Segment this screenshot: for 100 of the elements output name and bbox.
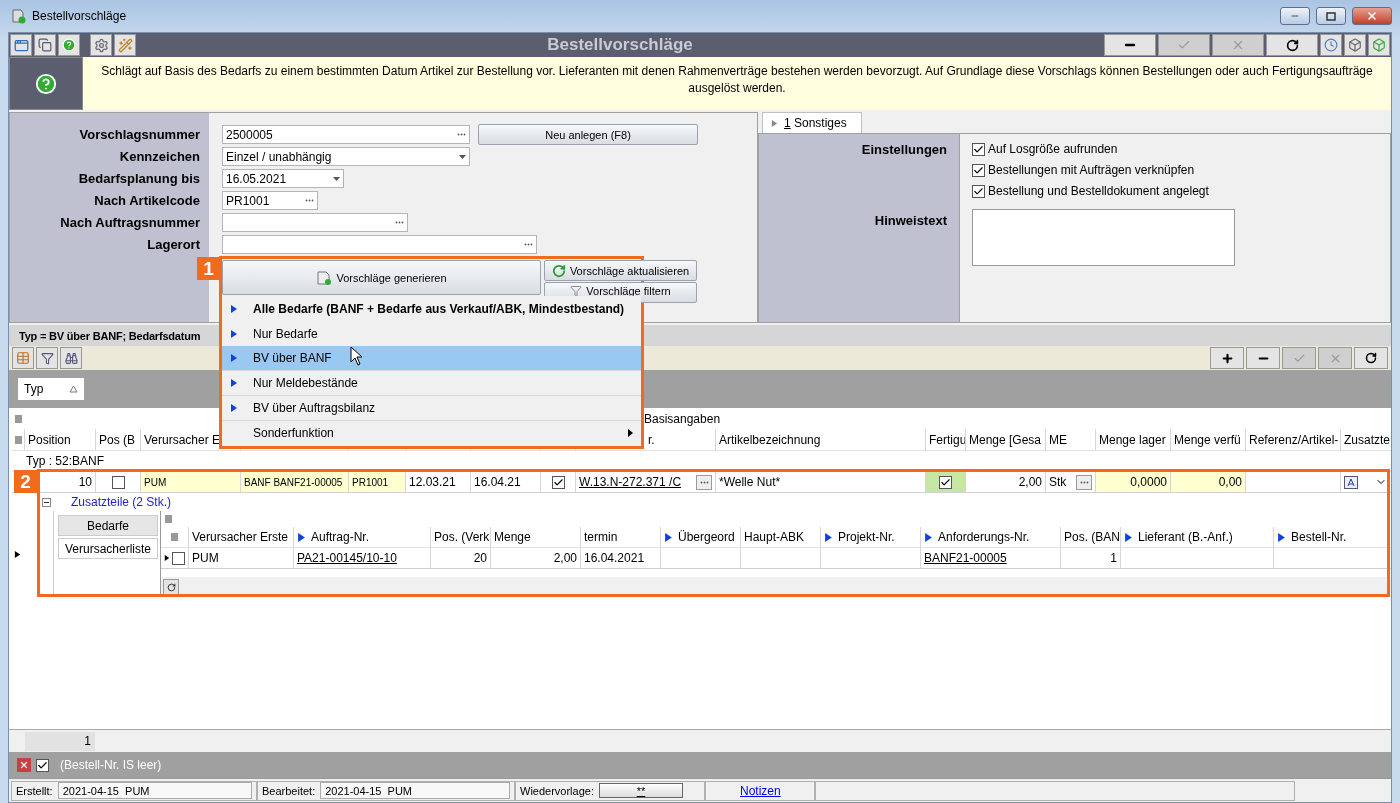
cell-text: Stk [1049,475,1067,489]
column-header[interactable]: ME [1045,429,1095,450]
close-button[interactable] [1352,7,1392,25]
checkbox[interactable] [939,475,952,489]
group-chip[interactable]: Typ [18,378,84,400]
cell-link[interactable]: W.13.N-272.371 /C [579,475,682,489]
box-icon [1348,38,1362,52]
column-header[interactable]: Referenz/Artikel- [1245,429,1340,450]
triangle-icon [14,550,21,558]
column-header[interactable]: Position [24,429,95,450]
note-textarea[interactable] [972,209,1235,266]
collapse-button[interactable] [42,497,51,507]
column-header[interactable]: Anforderungs-Nr. [920,527,1060,547]
menu-item[interactable]: Nur Meldebestände [222,370,641,395]
help-button[interactable] [58,34,80,56]
cell-text: 16.04.2021 [584,551,645,565]
check-icon [940,476,951,488]
column-header[interactable]: Verursacher Erste [188,527,293,547]
check-icon [973,164,984,176]
check-button[interactable] [1282,347,1316,369]
input-field[interactable] [222,235,537,254]
binoculars-button[interactable] [60,347,82,369]
app-icon [10,8,26,24]
filter-button[interactable] [36,347,58,369]
column-header[interactable]: Auftrag-Nr. [293,527,430,547]
sort-icon [69,385,78,393]
column-header[interactable]: Übergeord [660,527,740,547]
column-header[interactable]: Menge [490,527,580,547]
select-field[interactable]: Einzel / unabhängig [222,147,470,166]
minus-button[interactable] [1104,34,1156,56]
column-header[interactable]: Menge lager [1095,429,1170,450]
column-header[interactable]: Bestell-Nr. [1273,527,1383,547]
menu-item[interactable]: Nur Bedarfe [222,321,641,346]
cursor-icon [350,346,364,366]
maximize-button[interactable] [1316,7,1346,25]
cell-link[interactable]: PA21-00145/10-10 [297,551,397,565]
column-header[interactable]: Projekt-Nr. [820,527,920,547]
tab[interactable]: 1 Sonstiges [762,112,862,133]
refresh-button[interactable] [1266,34,1318,56]
cross-icon [1231,38,1245,52]
submenu-arrow-icon [628,429,633,437]
refresh-proposals-button[interactable]: Vorschläge aktualisieren [544,260,697,281]
checkbox[interactable] [172,551,185,565]
input-field[interactable] [222,213,408,232]
lookup-button[interactable] [696,474,712,490]
new-button[interactable]: Neu anlegen (F8) [478,124,698,145]
column-header[interactable]: termin [580,527,660,547]
date-field[interactable]: 16.05.2021 [222,169,344,188]
columns-icon[interactable] [14,414,22,423]
copy-button[interactable] [34,34,56,56]
input-field[interactable]: 2500005 [222,125,470,144]
window-button[interactable] [10,34,32,56]
wand-button[interactable] [114,34,136,56]
settings-button[interactable] [90,34,112,56]
redo-button[interactable] [163,579,179,595]
triangle-icon [1277,532,1286,542]
copy-icon [38,38,52,52]
cell-text: *Welle Nut* [719,475,781,489]
menu-item[interactable]: Sonderfunktion [222,420,641,445]
resubmit-button[interactable]: ** [599,783,683,798]
clear-filter-button[interactable] [17,758,31,772]
notes-link[interactable]: Notizen [740,783,781,798]
clock-button[interactable] [1320,34,1342,56]
checkbox[interactable] [972,163,985,177]
checkbox[interactable] [111,475,125,489]
table-button[interactable] [12,347,34,369]
column-header[interactable]: Pos. (BAN [1060,527,1120,547]
input-field[interactable]: PR1001 [222,191,318,210]
column-header[interactable]: Artikelbezeichnung [715,429,925,450]
column-header[interactable]: Menge verfü [1170,429,1245,450]
menu-item[interactable]: BV über Auftragsbilanz [222,395,641,420]
lookup-button[interactable] [1076,474,1092,490]
status-label: Erstellt: [16,784,53,797]
checkbox[interactable] [36,758,49,772]
minimize-button[interactable] [1280,7,1310,25]
generate-button[interactable]: Vorschläge generieren [222,260,541,295]
box-button[interactable] [1368,34,1390,56]
checkbox[interactable] [972,142,985,156]
column-header[interactable]: Haupt-ABK [740,527,820,547]
cell-link[interactable]: BANF21-00005 [924,551,1007,565]
column-header[interactable]: Lieferant (B.-Anf.) [1120,527,1273,547]
column-header[interactable]: Zusatzte [1340,429,1390,450]
tab[interactable]: Bedarfe [58,515,158,536]
remove-button[interactable] [1246,347,1280,369]
refresh-button[interactable] [1354,347,1388,369]
column-header[interactable]: Menge [Gesa [965,429,1045,450]
check-icon [1177,38,1191,52]
sub-label: Zusatzteile (2 Stk.) [71,495,172,509]
plus-icon [1220,351,1234,365]
tab[interactable]: Verursacherliste [58,538,158,559]
menu-item[interactable]: BV über BANF [222,346,641,370]
add-button[interactable] [1210,347,1244,369]
column-header[interactable]: Pos. (Verk [430,527,490,547]
column-header[interactable]: Pos (B [95,429,140,450]
checkbox[interactable] [972,184,985,198]
check-button[interactable] [1158,34,1210,56]
caret-icon [459,154,466,159]
box-button[interactable] [1344,34,1366,56]
columns-icon[interactable] [14,435,22,444]
checkbox[interactable] [551,475,565,489]
